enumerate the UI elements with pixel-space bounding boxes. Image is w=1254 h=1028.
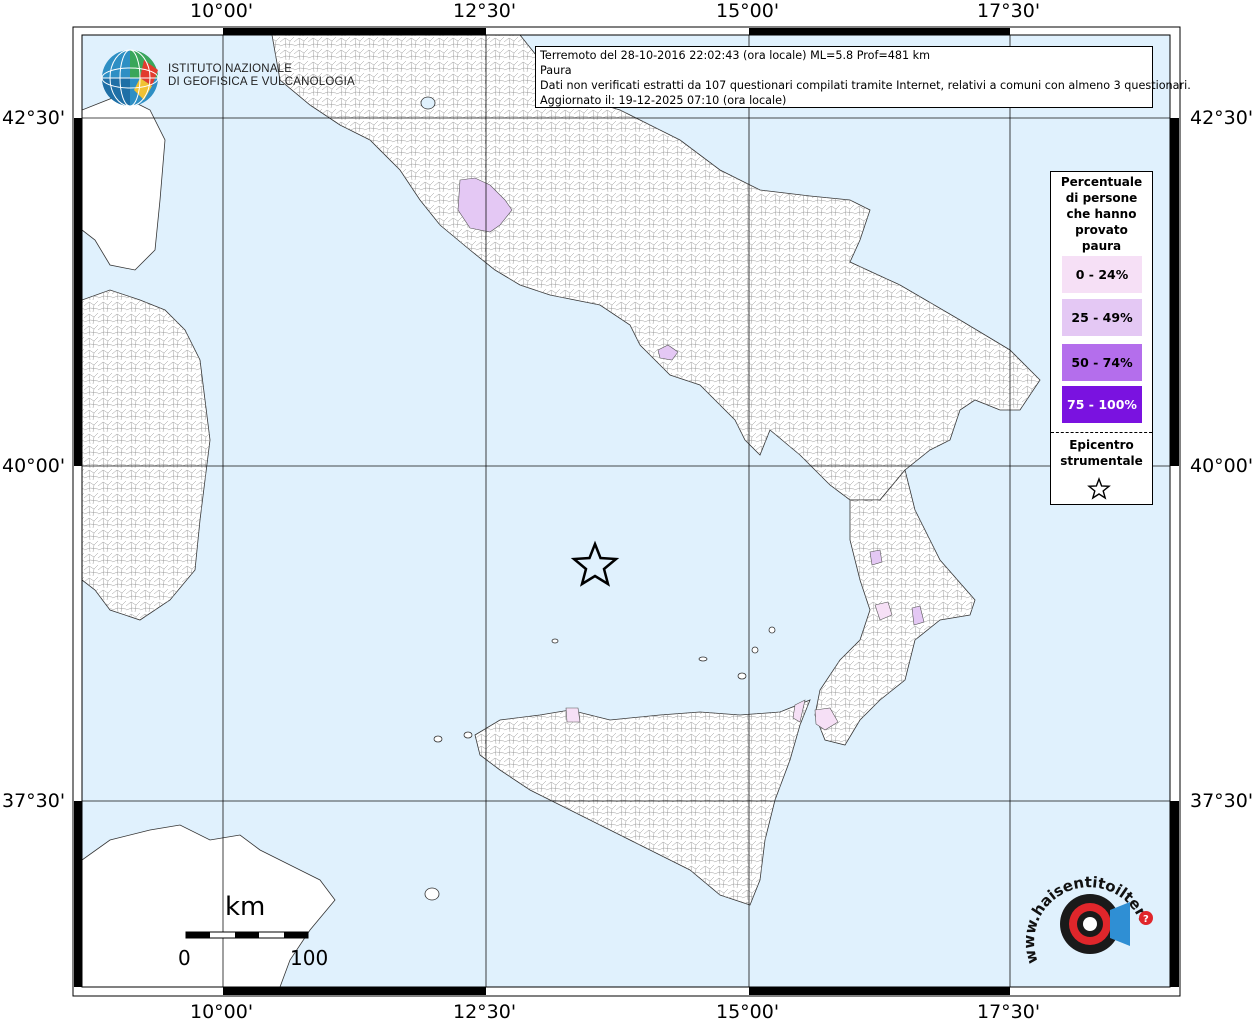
lon-tick-top-4: 17°30' [977,0,1041,22]
map-parameter: Paura [540,64,572,77]
haisentito-logo: www.haisentitoilterremoto.it ? [1010,848,1168,992]
star-icon [1087,477,1111,500]
scale-start: 0 [178,946,191,970]
institute-line-2: DI GEOFISICA E VULCANOLOGIA [168,76,355,88]
lon-tick-top-2: 12°30' [453,0,517,22]
legend-title-line: che hanno [1066,207,1137,221]
lon-tick-top-1: 10°00' [190,0,254,22]
lon-tick-bottom-4: 17°30' [977,1001,1041,1023]
legend-class-25-49: 25 - 49% [1062,299,1142,336]
event-info-box: Terremoto del 28-10-2016 22:02:43 (ora l… [535,46,1191,108]
legend-class-0-24: 0 - 24% [1062,256,1142,293]
legend-epicenter-line-1: Epicentro [1069,438,1134,452]
lon-tick-bottom-1: 10°00' [190,1001,254,1023]
data-disclaimer: Dati non verificati estratti da 107 ques… [540,79,1191,92]
scale-bar [185,931,309,939]
scale-end: 100 [290,946,329,970]
legend-title-line: provato [1075,223,1128,237]
globe-icon [101,49,159,107]
svg-text:?: ? [1143,914,1149,925]
lat-tick-right-3: 37°30' [1190,790,1254,812]
lat-tick-left-2: 40°00' [2,455,66,477]
institute-line-1: ISTITUTO NAZIONALE [168,63,293,75]
legend-title-line: di persone [1065,191,1138,205]
legend-epicenter-line-2: strumentale [1060,454,1143,468]
lat-tick-right-1: 42°30' [1190,107,1254,129]
legend-title-line: Percentuale [1060,175,1143,189]
legend-title: Percentuale di persone che hanno provato… [1051,174,1152,254]
institute-name: ISTITUTO NAZIONALE DI GEOFISICA E VULCAN… [168,63,355,89]
update-timestamp: Aggiornato il: 19-12-2025 07:10 (ora loc… [540,94,787,107]
lon-tick-bottom-3: 15°00' [716,1001,780,1023]
lat-tick-left-1: 42°30' [2,107,66,129]
lon-tick-bottom-2: 12°30' [453,1001,517,1023]
legend-title-line: paura [1081,239,1122,253]
scale-unit: km [225,892,266,922]
lat-tick-left-3: 37°30' [2,790,66,812]
legend: Percentuale di persone che hanno provato… [1050,171,1153,505]
zone-calabria-1 [869,549,883,566]
lat-tick-right-2: 40°00' [1190,455,1254,477]
event-title: Terremoto del 28-10-2016 22:02:43 (ora l… [540,49,931,62]
lon-tick-top-3: 15°00' [716,0,780,22]
zone-palermo [565,707,581,723]
haisentito-logo-graphic: www.haisentitoilterremoto.it ? [1010,848,1154,966]
legend-class-75-100: 75 - 100% [1062,386,1142,423]
legend-separator [1051,432,1152,433]
legend-epicenter-label: Epicentro strumentale [1051,437,1152,469]
legend-class-50-74: 50 - 74% [1062,344,1142,381]
